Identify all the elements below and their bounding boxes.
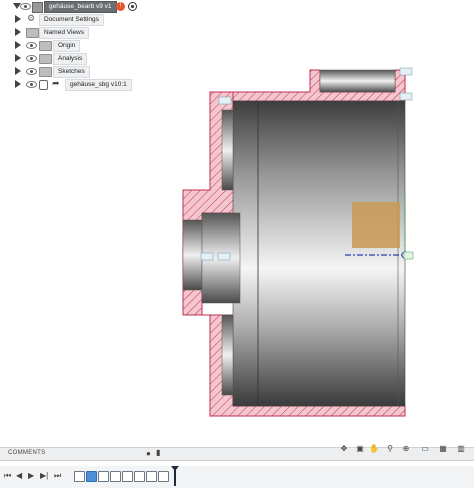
zoom-icon[interactable]: ⚲ — [384, 444, 396, 454]
plus-icon[interactable]: ● — [146, 449, 151, 459]
viewports-icon[interactable]: ▥ — [454, 444, 468, 454]
first-icon[interactable]: ⏮ — [4, 471, 11, 481]
next-icon[interactable]: ▶| — [40, 471, 48, 481]
fit-icon[interactable]: ⊕ — [400, 444, 412, 454]
collapse-icon[interactable]: ▮ — [156, 448, 160, 458]
orbit-icon[interactable]: ✥ — [338, 444, 350, 454]
pan-icon[interactable]: ✋ — [368, 444, 380, 454]
selected-face[interactable] — [352, 202, 400, 248]
timeline-plane-icon[interactable] — [122, 471, 133, 482]
play-icon[interactable]: ▶ — [28, 471, 34, 481]
timeline-component-icon[interactable] — [86, 471, 97, 482]
timeline-marker-head[interactable] — [171, 466, 179, 471]
inner-cylinder[interactable] — [221, 100, 406, 407]
timeline-revolve-icon[interactable] — [110, 471, 121, 482]
timeline-sketch-icon[interactable] — [74, 471, 85, 482]
look-at-icon[interactable]: ▣ — [354, 444, 366, 454]
comments-label: COMMENTS — [8, 450, 46, 456]
timeline-fillet-icon[interactable] — [146, 471, 157, 482]
timeline-extrude-icon[interactable] — [98, 471, 109, 482]
display-settings-icon[interactable]: ▭ — [418, 444, 432, 454]
timeline-hole-icon[interactable] — [134, 471, 145, 482]
top-rib[interactable] — [319, 69, 396, 93]
grid-settings-icon[interactable]: ▦ — [436, 444, 450, 454]
timeline-bar: ⏮ ◀ ▶ ▶| ⏭ — [0, 466, 474, 488]
previous-icon[interactable]: ◀ — [16, 471, 22, 481]
timeline-sketch2-icon[interactable] — [158, 471, 169, 482]
last-icon[interactable]: ⏭ — [54, 471, 61, 481]
canvas-viewport[interactable] — [0, 0, 474, 440]
